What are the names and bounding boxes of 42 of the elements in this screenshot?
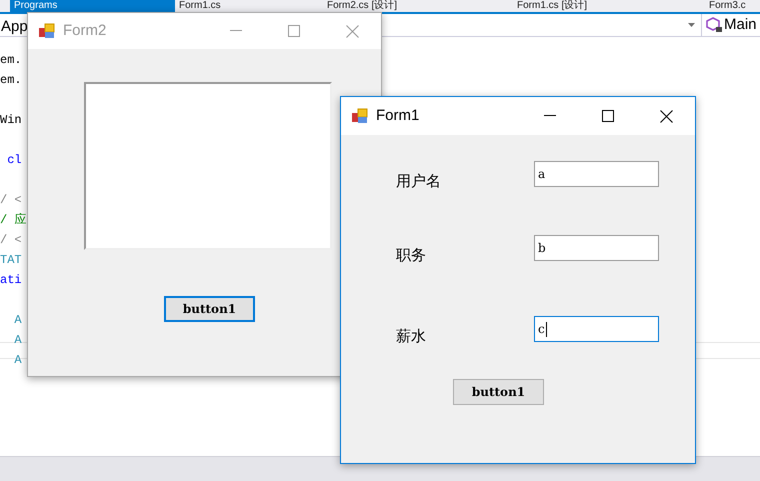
code-line: TAT: [0, 253, 22, 267]
code-line: A: [13, 353, 22, 367]
form-icon: [38, 23, 56, 39]
text-field[interactable]: c: [534, 316, 659, 342]
close-icon: [346, 24, 358, 38]
field-label: 职务: [396, 246, 427, 266]
member-name: Main: [724, 14, 757, 35]
maximize-icon: [288, 25, 300, 37]
form-button[interactable]: button1: [164, 296, 255, 322]
text-field[interactable]: a: [534, 161, 659, 187]
code-line: A: [13, 333, 22, 347]
minimize-icon: [544, 115, 556, 117]
form-button[interactable]: button1: [453, 378, 544, 404]
window-title: Form2: [63, 20, 108, 41]
document-tab[interactable]: Form1.cs: [175, 0, 323, 12]
caret-icon: [688, 23, 695, 27]
maximize-icon: [602, 110, 614, 122]
list-box[interactable]: [84, 82, 332, 250]
document-tab[interactable]: Programs: [10, 0, 175, 12]
field-label: 薪水: [396, 327, 427, 347]
form-icon: [351, 108, 369, 124]
type-dropdown[interactable]: [382, 14, 702, 36]
code-line: cl: [6, 153, 22, 167]
text-field[interactable]: b: [534, 234, 659, 260]
code-line: / <: [0, 233, 22, 247]
code-line: / <: [0, 193, 22, 207]
code-line: em.: [0, 53, 22, 67]
minimize-icon: [230, 30, 242, 32]
field-label: 用户名: [396, 172, 442, 192]
cube-icon: [706, 17, 722, 33]
close-icon: [660, 110, 672, 122]
window-title: Form1: [376, 106, 420, 126]
code-line: em.: [0, 73, 22, 87]
code-line: A: [13, 313, 22, 327]
document-tab[interactable]: Form1.cs [设计]: [513, 0, 705, 12]
code-line: / 应: [0, 213, 26, 227]
project-dropdown[interactable]: App: [0, 14, 27, 36]
document-tab[interactable]: Form3.c: [705, 0, 760, 12]
code-line: ati: [0, 273, 22, 287]
member-dropdown[interactable]: Main: [702, 14, 760, 36]
code-line: Win: [0, 113, 22, 127]
document-tab[interactable]: Form2.cs [设计]: [323, 0, 513, 12]
